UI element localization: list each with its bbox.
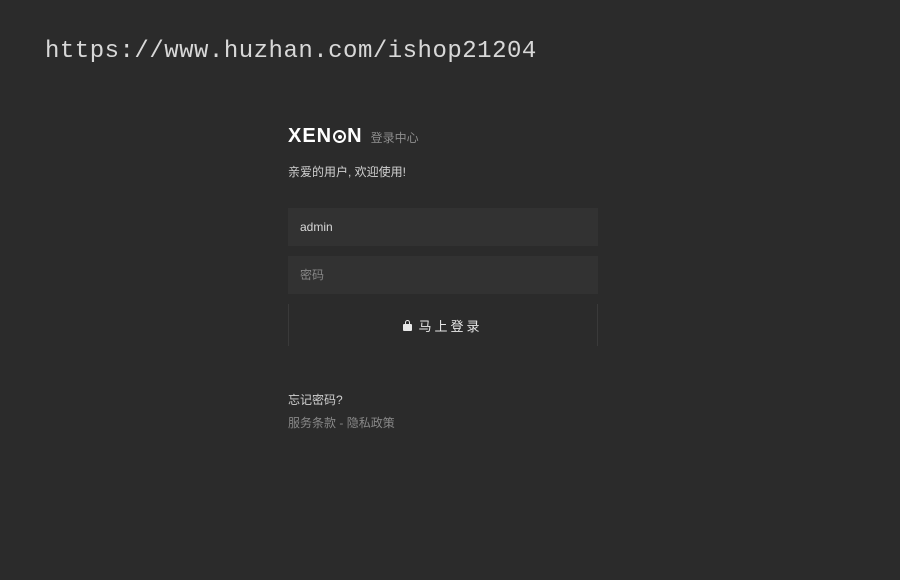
link-separator: - xyxy=(336,416,347,430)
username-input[interactable] xyxy=(288,208,598,246)
target-icon xyxy=(333,130,346,143)
page-url: https://www.huzhan.com/ishop21204 xyxy=(45,38,537,65)
privacy-link[interactable]: 隐私政策 xyxy=(347,416,395,430)
logo-subtitle: 登录中心 xyxy=(371,129,419,146)
login-button-label: 马上登录 xyxy=(418,316,482,335)
tos-link[interactable]: 服务条款 xyxy=(288,416,336,430)
forgot-password-link[interactable]: 忘记密码? xyxy=(288,391,598,408)
password-input[interactable] xyxy=(288,256,598,294)
welcome-text: 亲爱的用户, 欢迎使用! xyxy=(288,163,598,180)
footer-links-block: 忘记密码? 服务条款 - 隐私政策 xyxy=(288,391,598,431)
logo-row: XEN N 登录中心 xyxy=(288,125,598,148)
logo-prefix: XEN xyxy=(288,125,332,148)
footer-links: 服务条款 - 隐私政策 xyxy=(288,414,598,431)
login-form: XEN N 登录中心 亲爱的用户, 欢迎使用! 马上登录 忘记密码? 服务条款 -… xyxy=(288,125,598,431)
brand-logo: XEN N xyxy=(288,125,363,148)
logo-suffix: N xyxy=(347,125,362,148)
lock-icon xyxy=(403,320,412,331)
login-button[interactable]: 马上登录 xyxy=(288,304,598,346)
